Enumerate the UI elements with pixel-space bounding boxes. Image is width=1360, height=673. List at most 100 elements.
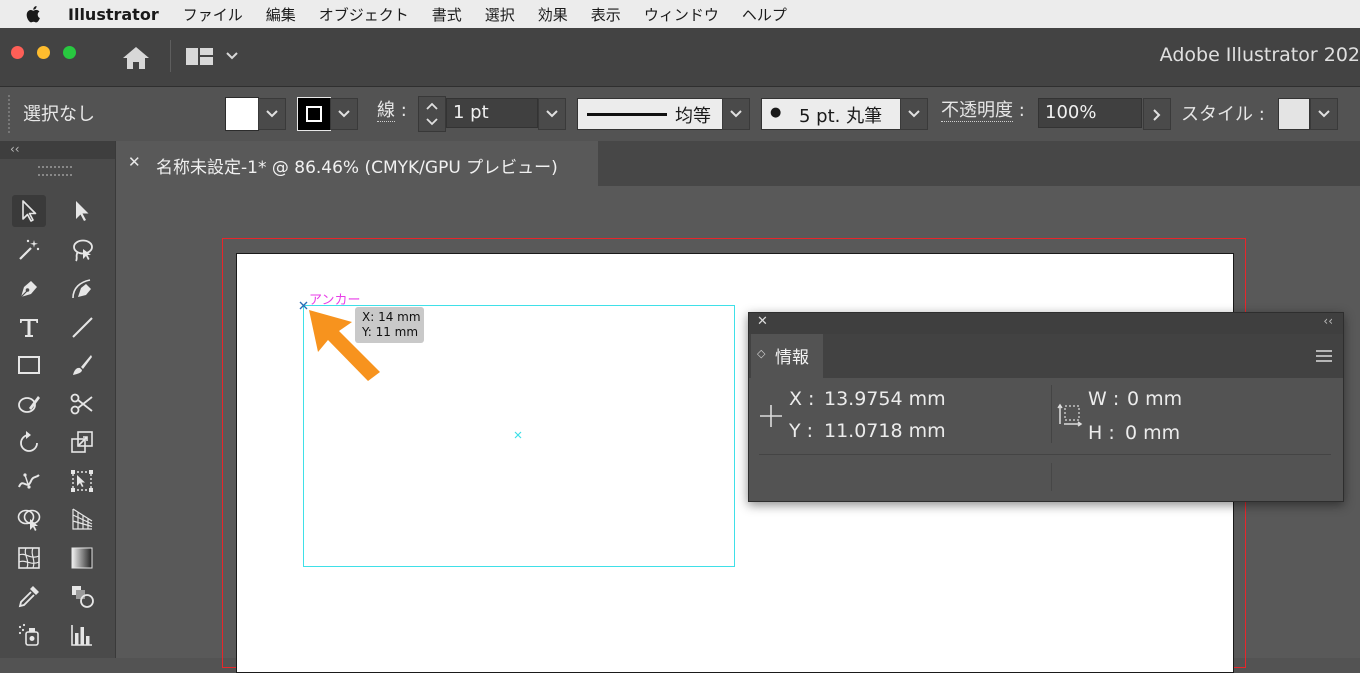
menu-object[interactable]: オブジェクト xyxy=(319,4,409,25)
chevron-right-icon xyxy=(1153,109,1161,121)
mesh-tool[interactable] xyxy=(12,542,46,574)
column-graph-icon xyxy=(71,625,92,646)
graphic-style-dropdown[interactable] xyxy=(1310,98,1338,130)
stroke-dropdown[interactable] xyxy=(330,98,358,130)
stroke-swatch[interactable] xyxy=(297,97,331,131)
rectangle-tool[interactable] xyxy=(12,349,46,381)
scale-tool[interactable] xyxy=(65,426,99,458)
menu-effect[interactable]: 効果 xyxy=(538,4,568,25)
info-panel-header[interactable]: ✕ ‹‹ xyxy=(749,313,1343,334)
shaper-icon xyxy=(18,396,40,413)
stroke-weight-stepper[interactable] xyxy=(418,96,446,132)
app-title: Adobe Illustrator 202 xyxy=(1159,44,1360,66)
annotation-arrow-icon xyxy=(309,310,380,381)
stroke-label-wrap: 線 : xyxy=(377,100,407,122)
menu-type[interactable]: 書式 xyxy=(432,4,462,25)
home-icon[interactable] xyxy=(121,45,151,71)
crosshair-icon xyxy=(760,405,782,427)
minimize-window-button[interactable] xyxy=(37,46,50,59)
stroke-profile-select[interactable]: 均等 xyxy=(577,98,723,130)
chevron-down-icon[interactable] xyxy=(225,51,239,61)
tools-panel-header[interactable]: ‹‹ xyxy=(0,141,115,159)
zoom-window-button[interactable] xyxy=(63,46,76,59)
chevron-down-icon xyxy=(908,110,920,118)
free-transform-tool[interactable] xyxy=(65,465,99,497)
opacity-label[interactable]: 不透明度 xyxy=(941,100,1013,122)
lasso-icon xyxy=(73,239,93,262)
brush-definition-label: 5 pt. 丸筆 xyxy=(799,106,883,127)
curvature-tool[interactable] xyxy=(65,272,99,304)
stroke-weight-dropdown[interactable] xyxy=(538,98,566,130)
blend-tool[interactable] xyxy=(65,580,99,612)
menu-view[interactable]: 表示 xyxy=(591,4,621,25)
menu-help[interactable]: ヘルプ xyxy=(742,4,787,25)
menu-app-name[interactable]: Illustrator xyxy=(68,5,159,24)
rotate-icon xyxy=(20,431,38,452)
control-bar: 選択なし 線 : 1 pt 均等 ● 5 pt. 丸筆 不透明度: 100% … xyxy=(0,87,1360,142)
apple-icon[interactable] xyxy=(22,5,44,23)
stroke-profile-dropdown[interactable] xyxy=(722,98,750,130)
workspace-layout-icon[interactable] xyxy=(185,47,215,67)
pen-tool[interactable] xyxy=(12,272,46,304)
dimensions-icon xyxy=(1057,403,1083,427)
selection-arrow-icon xyxy=(22,200,37,222)
chevron-down-icon xyxy=(338,110,350,118)
paintbrush-tool[interactable] xyxy=(65,349,99,381)
fill-dropdown[interactable] xyxy=(258,98,286,130)
control-bar-grip[interactable] xyxy=(8,95,13,133)
symbol-sprayer-tool[interactable] xyxy=(12,619,46,651)
width-tool[interactable] xyxy=(12,465,46,497)
opacity-expand-button[interactable] xyxy=(1143,98,1171,130)
menu-select[interactable]: 選択 xyxy=(485,4,515,25)
style-colon: : xyxy=(1258,104,1265,125)
y-label: Y : xyxy=(789,420,814,442)
stroke-label[interactable]: 線 xyxy=(377,100,395,122)
document-tab[interactable]: ✕ 名称未設定-1* @ 86.46% (CMYK/GPU プレビュー) xyxy=(116,141,598,186)
column-graph-tool[interactable] xyxy=(65,619,99,651)
gradient-icon xyxy=(71,547,93,569)
close-window-button[interactable] xyxy=(11,46,24,59)
fill-swatch[interactable] xyxy=(225,97,259,131)
selection-status: 選択なし xyxy=(23,104,95,125)
info-panel-divider xyxy=(1051,385,1052,443)
tools-panel-grip[interactable] xyxy=(38,166,72,176)
style-label: スタイル xyxy=(1181,104,1253,125)
direct-selection-tool[interactable] xyxy=(65,195,99,227)
mesh-icon xyxy=(18,547,40,569)
y-value: 11.0718 mm xyxy=(824,420,946,442)
menu-edit[interactable]: 編集 xyxy=(266,4,296,25)
collapse-icon[interactable]: ‹‹ xyxy=(10,142,20,156)
lasso-tool[interactable] xyxy=(65,234,99,266)
info-tab[interactable]: ◇ 情報 xyxy=(751,334,823,378)
brush-definition-dropdown[interactable] xyxy=(900,98,928,130)
selection-tool[interactable] xyxy=(12,195,46,227)
perspective-grid-icon xyxy=(72,508,93,530)
scissors-tool[interactable] xyxy=(65,388,99,420)
graphic-style-swatch[interactable] xyxy=(1278,98,1310,130)
gradient-tool[interactable] xyxy=(65,542,99,574)
panel-menu-icon[interactable] xyxy=(1315,349,1333,363)
chevron-down-icon xyxy=(266,110,278,118)
magic-wand-tool[interactable] xyxy=(12,234,46,266)
eyedropper-tool[interactable] xyxy=(12,580,46,612)
shaper-tool[interactable] xyxy=(12,388,46,420)
shape-builder-tool[interactable] xyxy=(12,503,46,535)
close-tab-icon[interactable]: ✕ xyxy=(128,153,141,171)
line-segment-icon xyxy=(72,317,93,338)
perspective-grid-tool[interactable] xyxy=(65,503,99,535)
collapse-panel-icon[interactable]: ‹‹ xyxy=(1323,314,1333,328)
close-panel-icon[interactable]: ✕ xyxy=(757,314,768,329)
line-segment-tool[interactable] xyxy=(65,311,99,343)
type-tool[interactable] xyxy=(12,311,46,343)
brush-definition-select[interactable]: ● 5 pt. 丸筆 xyxy=(761,98,901,130)
menu-window[interactable]: ウィンドウ xyxy=(644,4,719,25)
tab-toggle-icon: ◇ xyxy=(757,347,766,360)
opacity-label-wrap: 不透明度 : xyxy=(941,100,1025,122)
rotate-tool[interactable] xyxy=(12,426,46,458)
paintbrush-icon xyxy=(73,355,92,375)
pen-nib-icon xyxy=(20,281,37,298)
chevron-down-icon xyxy=(546,110,558,118)
menu-file[interactable]: ファイル xyxy=(183,4,243,25)
opacity-input[interactable]: 100% xyxy=(1038,98,1142,128)
stroke-weight-input[interactable]: 1 pt xyxy=(446,98,538,128)
